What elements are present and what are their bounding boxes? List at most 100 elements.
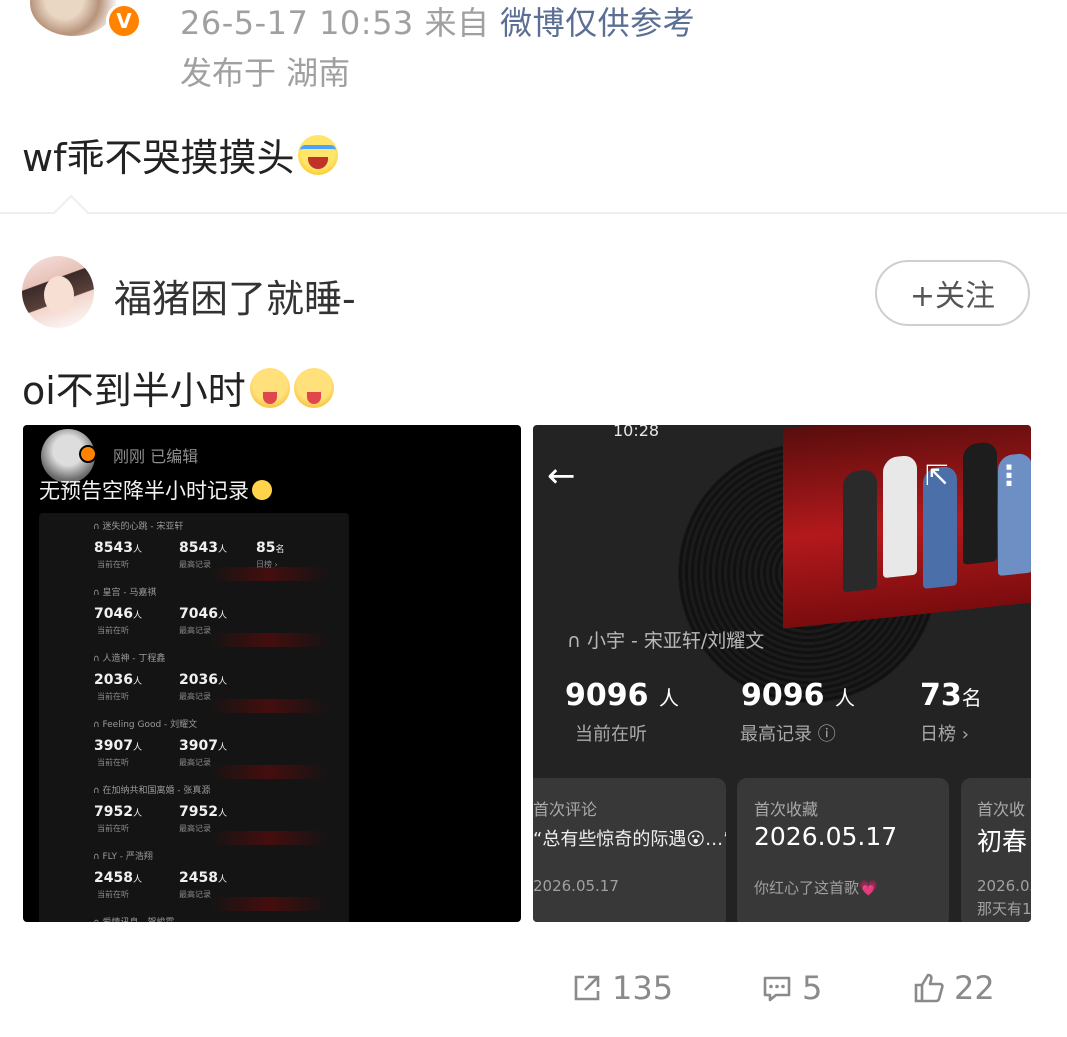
unit-label: 人 (217, 677, 227, 687)
unit-label: 名 (961, 686, 982, 710)
post-meta: 26-5-17 10:53 来自 微博仅供参考 (180, 0, 695, 44)
thumbs-up-icon (914, 973, 944, 1003)
song-record-row: ∩ 爱情讯息 - 贺峻霖 (39, 913, 349, 922)
song-name: ∩ 在加纳共和国离婚 - 张真源 (93, 786, 211, 796)
attached-image-1[interactable]: 刚刚 已编辑 无预告空降半小时记录 ∩ 迷失的心跳 - 宋亚轩 8543人 当前在听… (23, 425, 521, 922)
current-label: 当前在听 (97, 758, 129, 767)
unit-label: 人 (132, 611, 142, 621)
peak-listeners-value: 2458人 (179, 870, 227, 886)
peak-listeners-value: 3907人 (179, 738, 227, 754)
peak-listeners-value: 7952人 (179, 804, 227, 820)
repost-button[interactable]: 135 (570, 966, 673, 1010)
share-icon[interactable]: ⇱ (925, 459, 948, 492)
comment-button[interactable]: 5 (760, 966, 822, 1010)
song-record-row: ∩ Feeling Good - 刘耀文 3907人 当前在听 3907人 最高记录 (39, 715, 349, 781)
like-button[interactable]: 22 (912, 966, 995, 1010)
current-listeners-number: 9096 (565, 678, 649, 713)
unit-label: 人 (217, 809, 227, 819)
current-listeners-value: 8543人 (94, 540, 142, 556)
song-name: ∩ 爱情讯息 - 贺峻霖 (93, 915, 174, 922)
tile-main: “总有些惊奇的际遇😮…” (533, 829, 726, 850)
image-title: 无预告空降半小时记录 (39, 475, 272, 505)
tongue-face-emoji-icon (249, 367, 290, 408)
peak-number: 3907 (179, 738, 218, 754)
image-time-label: 刚刚 已编辑 (113, 447, 199, 466)
unit-label: 名 (275, 545, 285, 555)
first-comment-tile: 首次评论 “总有些惊奇的际遇😮…” 2026.05.17 (533, 778, 726, 922)
peak-listeners-number: 9096 (741, 678, 825, 713)
follow-button[interactable]: +关注 (875, 260, 1030, 326)
unit-label: 人 (217, 611, 227, 621)
current-listeners-value: 7952人 (94, 804, 142, 820)
back-arrow-icon[interactable]: ← (547, 459, 576, 493)
daily-rank-value: 85名 (256, 540, 285, 556)
tile-foot-2: 那天有1 (977, 900, 1031, 918)
crying-face-emoji-icon (298, 134, 339, 175)
song-name: ∩ 人造神 - 丁程鑫 (93, 654, 166, 664)
song-name: ∩ 迷失的心跳 - 宋亚轩 (93, 522, 184, 532)
verified-badge-icon: V (106, 3, 142, 39)
unit-label: 人 (834, 686, 855, 710)
red-glow (209, 765, 329, 779)
song-record-row: ∩ 在加纳共和国离婚 - 张真源 7952人 当前在听 7952人 最高记录 (39, 781, 349, 847)
peak-label: 最高记录 (179, 626, 211, 635)
tile-big: 2026.05.17 (754, 822, 898, 851)
comment-text-content: oi不到半小时 (22, 369, 246, 413)
song-record-row: ∩ 迷失的心跳 - 宋亚轩 8543人 当前在听 8543人 最高记录 85名 日榜 › (39, 517, 349, 583)
red-glow (209, 633, 329, 647)
more-icon[interactable]: ⋮ (995, 459, 1023, 492)
post-location: 发布于 湖南 (180, 54, 351, 92)
current-number: 3907 (94, 738, 133, 754)
current-label: 当前在听 (97, 626, 129, 635)
divider (0, 212, 1067, 214)
original-post: V 26-5-17 10:53 来自 微博仅供参考 发布于 湖南 wf乖不哭摸摸… (0, 0, 1067, 212)
current-number: 2036 (94, 672, 133, 688)
unit-label: 人 (217, 743, 227, 753)
tile-head: 首次收 (977, 800, 1026, 819)
tile-head: 首次收藏 (754, 800, 819, 819)
verified-badge-icon (79, 445, 97, 463)
current-listeners-value: 9096 人 (565, 678, 679, 713)
commenter-avatar[interactable] (22, 256, 94, 328)
peak-label: 最高记录 (179, 890, 211, 899)
repost-count: 135 (612, 969, 674, 1007)
current-label: 当前在听 (97, 560, 129, 569)
current-number: 8543 (94, 540, 133, 556)
current-label: 当前在听 (97, 824, 129, 833)
red-glow (209, 831, 329, 845)
author-avatar[interactable] (30, 0, 116, 36)
daily-rank-value: 73名 (920, 678, 982, 713)
current-listeners-value: 7046人 (94, 606, 142, 622)
commenter-username[interactable]: 福猪困了就睡- (114, 268, 356, 323)
song-record-row: ∩ 皇宫 - 马嘉祺 7046人 当前在听 7046人 最高记录 (39, 583, 349, 649)
red-glow (209, 897, 329, 911)
peak-listeners-value: 8543人 (179, 540, 227, 556)
peak-number: 8543 (179, 540, 218, 556)
first-other-tile: 首次收 初春 2026.05 那天有1 (961, 778, 1031, 922)
post-source-link[interactable]: 微博仅供参考 (500, 4, 695, 42)
unit-label: 人 (132, 809, 142, 819)
tile-head: 首次评论 (533, 800, 598, 819)
tile-foot: 你红心了这首歌💗 (754, 879, 878, 897)
comment-icon (763, 976, 791, 1002)
current-listeners-label: 当前在听 (575, 724, 647, 745)
unit-label: 人 (132, 875, 142, 885)
tongue-face-emoji-icon (293, 367, 334, 408)
daily-rank-label: 日榜 › (920, 724, 969, 745)
daily-rank-number: 73 (920, 678, 962, 713)
attached-image-2[interactable]: 10:28 ← ⇱ ⋮ ∩ 小宇 - 宋亚轩/刘耀文 9096 人 当前在听 9… (533, 425, 1031, 922)
tile-foot: 2026.05 (977, 877, 1031, 895)
current-number: 7952 (94, 804, 133, 820)
peak-number: 7952 (179, 804, 218, 820)
peak-number: 2036 (179, 672, 218, 688)
current-label: 当前在听 (97, 692, 129, 701)
peak-listeners-label: 最高记录 ⓘ (740, 724, 836, 745)
repost-icon (574, 975, 600, 1001)
song-record-row: ∩ 人造神 - 丁程鑫 2036人 当前在听 2036人 最高记录 (39, 649, 349, 715)
current-number: 7046 (94, 606, 133, 622)
current-listeners-value: 2458人 (94, 870, 142, 886)
peak-label: 最高记录 (179, 758, 211, 767)
rank-number: 85 (256, 540, 276, 556)
grin-emoji-icon (252, 480, 272, 500)
unit-label: 人 (217, 545, 227, 555)
